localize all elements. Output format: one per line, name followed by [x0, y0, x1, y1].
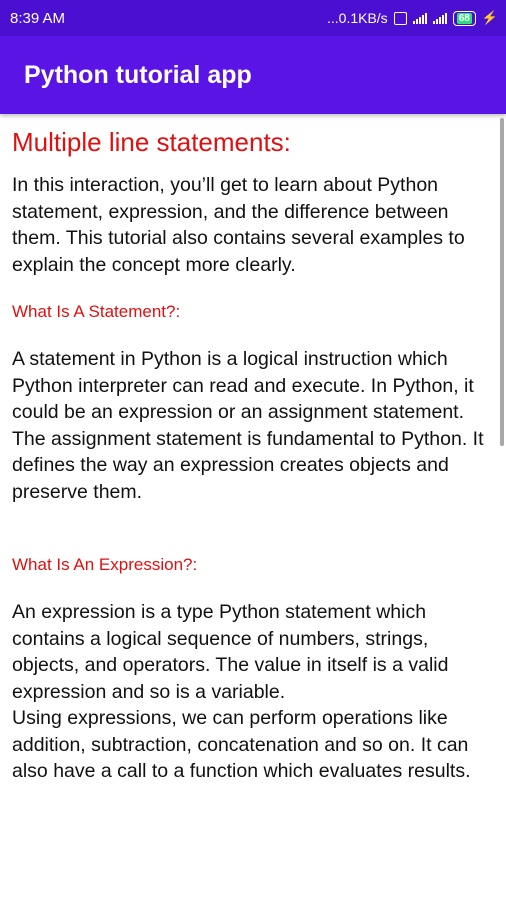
battery-level: 68 — [456, 12, 472, 24]
scrollbar[interactable] — [500, 118, 504, 446]
status-icons: ...0.1KB/s 68 ⚡ — [327, 10, 498, 26]
app-bar: Python tutorial app — [0, 36, 506, 114]
statement-paragraph-2: The assignment statement is fundamental … — [12, 427, 484, 503]
section-title-statement: What Is A Statement?: — [12, 302, 181, 321]
charging-icon: ⚡ — [481, 10, 498, 25]
status-time: 8:39 AM — [10, 9, 66, 27]
signal-icon-sim2 — [432, 12, 447, 24]
expression-paragraph-2: Using expressions, we can perform operat… — [12, 707, 471, 782]
signal-icon-sim1 — [412, 12, 427, 24]
status-bar: 8:39 AM ...0.1KB/s 68 ⚡ — [0, 0, 506, 36]
page-heading: Multiple line statements: — [12, 127, 291, 157]
section-title-expression: What Is An Expression?: — [12, 555, 198, 574]
network-speed: ...0.1KB/s — [326, 10, 388, 26]
statement-paragraph-1: A statement in Python is a logical instr… — [12, 348, 474, 423]
expression-paragraph-1: An expression is a type Python statement… — [12, 601, 449, 703]
app-title: Python tutorial app — [24, 60, 252, 89]
data-saver-icon — [393, 11, 407, 25]
battery-icon: 68 — [452, 10, 476, 26]
tutorial-content[interactable]: Multiple line statements: In this intera… — [0, 114, 506, 900]
intro-paragraph: In this interaction, you’ll get to learn… — [12, 174, 465, 276]
